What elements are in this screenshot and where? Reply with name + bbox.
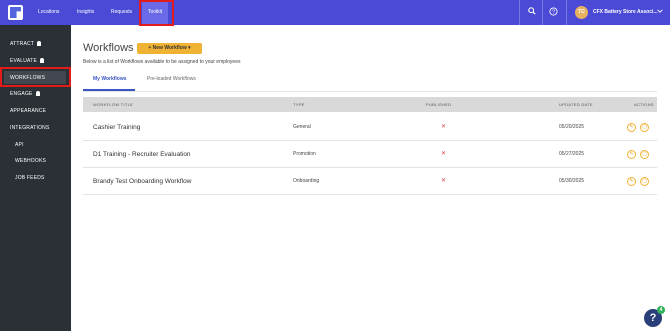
pencil-icon[interactable]: ✎: [627, 177, 636, 186]
tab-my-workflows[interactable]: My Workflows: [93, 76, 127, 82]
workflow-type: Onboarding: [293, 178, 320, 184]
top-navigation-bar: Locations Insights Requests Toolkit ? TC…: [0, 0, 670, 25]
svg-text:?: ?: [552, 9, 555, 15]
column-header-type[interactable]: TYPE: [293, 97, 305, 112]
updated-date: 05/27/2025: [559, 151, 585, 157]
nav-requests[interactable]: Requests: [111, 0, 132, 25]
pencil-icon[interactable]: ✎: [627, 123, 636, 132]
workflow-title[interactable]: D1 Training - Recruiter Evaluation: [93, 141, 191, 168]
search-icon[interactable]: [526, 7, 537, 18]
nav-locations[interactable]: Locations: [38, 0, 59, 25]
workflow-type: General: [293, 124, 311, 130]
page-title: Workflows: [83, 42, 134, 54]
workflow-type: Promotion: [293, 151, 316, 157]
help-circle-icon[interactable]: ?: [548, 7, 559, 18]
updated-date: 05/20/2025: [559, 124, 585, 130]
nav-insights[interactable]: Insights: [77, 0, 94, 25]
app-logo[interactable]: [8, 5, 23, 20]
not-published-icon: ✕: [441, 151, 447, 157]
toolkit-highlight: [139, 0, 174, 26]
table-row[interactable]: Cashier Training General ✕ 05/20/2025 ✎ …: [83, 114, 657, 141]
sidebar-item-job-feeds[interactable]: JOB FEEDS: [15, 175, 45, 181]
not-published-icon: ✕: [441, 124, 447, 130]
table-row[interactable]: Brandy Test Onboarding Workflow Onboardi…: [83, 168, 657, 195]
column-header-actions: ACTIONS: [634, 102, 654, 107]
sidebar-item-api[interactable]: API: [15, 142, 24, 148]
sidebar-item-appearance[interactable]: APPEARANCE: [10, 108, 46, 114]
person-icon: [39, 58, 44, 63]
trash-icon[interactable]: ▢: [640, 123, 649, 132]
sidebar-item-evaluate[interactable]: EVALUATE: [10, 58, 44, 64]
notification-badge: 4: [657, 306, 665, 314]
sidebar-item-attract[interactable]: ATTRACT: [10, 41, 42, 47]
column-header-published[interactable]: PUBLISHED: [426, 97, 451, 112]
workflows-highlight: [0, 67, 71, 87]
trash-icon[interactable]: ▢: [640, 177, 649, 186]
sidebar-item-integrations[interactable]: INTEGRATIONS: [10, 125, 50, 131]
page-subtitle: Below is a list of Workflows available t…: [83, 59, 241, 65]
table-header: WORKFLOW TITLE TYPE PUBLISHED UPDATED DA…: [83, 97, 657, 112]
avatar[interactable]: TC: [575, 6, 588, 19]
tab-preloaded-workflows[interactable]: Pre-loaded Workflows: [147, 76, 196, 82]
sidebar-item-engage[interactable]: ENGAGE: [10, 91, 40, 97]
column-header-updated-date[interactable]: UPDATED DATE: [559, 97, 593, 112]
trash-icon[interactable]: ▢: [640, 150, 649, 159]
workflow-title[interactable]: Cashier Training: [93, 114, 140, 141]
workflow-title[interactable]: Brandy Test Onboarding Workflow: [93, 168, 191, 195]
column-header-title[interactable]: WORKFLOW TITLE: [93, 97, 133, 112]
updated-date: 05/30/2025: [559, 178, 585, 184]
table-row[interactable]: D1 Training - Recruiter Evaluation Promo…: [83, 141, 657, 168]
not-published-icon: ✕: [441, 178, 447, 184]
pencil-icon[interactable]: ✎: [627, 150, 636, 159]
person-icon: [37, 41, 42, 46]
new-workflow-button[interactable]: + New Workflow ▾: [137, 43, 202, 54]
person-icon: [35, 91, 40, 96]
account-name[interactable]: CFX Battery Store Associ...: [593, 0, 658, 25]
sidebar-item-webhooks[interactable]: WEBHOOKS: [15, 158, 46, 164]
chevron-down-icon[interactable]: [657, 8, 663, 16]
tab-divider: [83, 91, 657, 92]
